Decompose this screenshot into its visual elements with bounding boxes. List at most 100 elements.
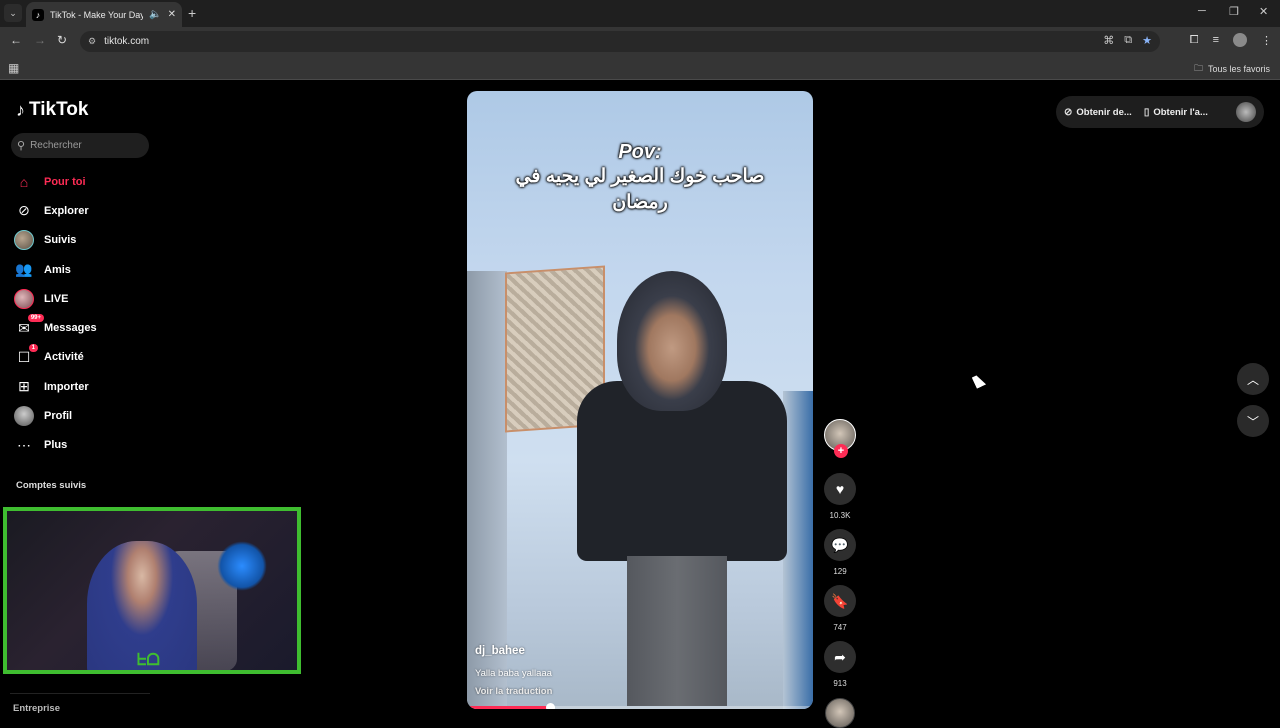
browser-toolbar: ← → ↻ ⚙ tiktok.com ⌘ ⧉ ★ ⧠ ≡ ⋮ — [0, 27, 1280, 56]
back-icon[interactable]: ← — [10, 33, 22, 47]
followed-accounts-title: Comptes suivis — [16, 480, 87, 491]
get-coins-label: Obtenir de... — [1076, 106, 1132, 118]
video-caption-pov: Pov: — [618, 141, 662, 163]
more-icon: ⋯ — [17, 436, 31, 453]
sidebar-item-explorer[interactable]: ⊘ Explorer — [14, 196, 97, 225]
share-count: 913 — [833, 679, 847, 688]
extensions-icon[interactable]: ⧠ — [1190, 34, 1199, 47]
profile-avatar-icon — [14, 406, 34, 427]
comment-icon[interactable]: 💬 — [824, 529, 856, 561]
next-video-button[interactable]: ﹀ — [1237, 405, 1269, 437]
search-input[interactable] — [30, 140, 141, 151]
friends-icon: 👥 — [15, 261, 33, 278]
video-scene-wall — [467, 271, 507, 709]
all-bookmarks-button[interactable]: 🗀 Tous les favoris — [1194, 61, 1270, 77]
tiktok-favicon-icon: ♪ — [32, 8, 44, 21]
forward-icon[interactable]: → — [34, 33, 46, 47]
bookmarks-bar: ▦ 🗀 Tous les favoris — [0, 56, 1280, 80]
window-close-icon[interactable]: ✕ — [1259, 5, 1268, 18]
close-tab-icon[interactable]: ✕ — [168, 9, 176, 20]
video-progress-bar[interactable] — [467, 703, 813, 709]
video-scene-door — [783, 391, 813, 709]
site-info-icon[interactable]: ⚙ — [88, 36, 96, 47]
sidebar-item-activite[interactable]: ☐ 1 Activité — [14, 343, 97, 372]
like-action: ♥ 10.3K — [823, 473, 857, 520]
sound-disc-icon[interactable] — [825, 698, 855, 728]
coin-icon: ⊘ — [1064, 106, 1073, 118]
sidebar-item-profil[interactable]: Profil — [14, 401, 97, 430]
address-url: tiktok.com — [104, 36, 150, 47]
upload-icon: ⊞ — [18, 378, 30, 395]
browser-tabbar: ⌄ ♪ TikTok - Make Your Day 🔈 ✕ + ─ ❐ ✕ — [0, 0, 1280, 27]
reload-icon[interactable]: ↻ — [57, 33, 67, 47]
install-app-icon[interactable]: ⧉ — [1124, 34, 1132, 47]
get-app-button[interactable]: ▯ Obtenir l'a... — [1144, 107, 1208, 118]
address-bar[interactable]: ⚙ tiktok.com ⌘ ⧉ ★ — [80, 31, 1160, 52]
video-player[interactable]: Pov: صاحب خوك الصغير لي يجيه في رمضان dj… — [467, 91, 813, 709]
sidebar-item-live[interactable]: LIVE — [14, 284, 97, 313]
messages-icon: ✉ 99+ — [14, 314, 44, 338]
messages-badge: 99+ — [27, 314, 44, 323]
video-person-legs — [627, 556, 727, 706]
video-person-head — [617, 271, 727, 411]
minimize-icon[interactable]: ─ — [1198, 5, 1206, 17]
sidebar-item-label: Amis — [44, 263, 71, 276]
following-avatar-icon — [14, 230, 34, 251]
heart-icon[interactable]: ♥ — [824, 473, 856, 505]
sidebar-item-messages[interactable]: ✉ 99+ Messages — [14, 313, 97, 342]
share-icon[interactable]: ➦ — [824, 641, 856, 673]
sidebar-item-label: Activité — [44, 351, 84, 364]
sidebar-item-label: Importer — [44, 380, 89, 393]
bookmark-icon[interactable]: 🔖 — [824, 585, 856, 617]
sidebar-item-pour-toi[interactable]: ⌂ Pour toi — [14, 167, 97, 196]
browser-profile-avatar[interactable] — [1233, 33, 1247, 47]
like-count: 10.3K — [829, 511, 851, 520]
video-description: Yalla baba yallaaa — [475, 668, 552, 679]
search-box[interactable]: ⚲ — [11, 133, 149, 158]
video-actions: + ♥ 10.3K 💬 129 🔖 747 ➦ 913 — [823, 419, 857, 728]
sidebar-item-plus[interactable]: ⋯ Plus — [14, 431, 97, 460]
mouse-cursor-icon — [971, 373, 987, 389]
compass-icon: ⊘ — [18, 202, 30, 219]
sidebar-item-label: Messages — [44, 322, 97, 335]
follow-plus-icon[interactable]: + — [834, 444, 848, 458]
previous-video-button[interactable]: ︿ — [1237, 363, 1269, 395]
sidebar-item-label: LIVE — [44, 292, 69, 305]
search-icon: ⚲ — [17, 140, 26, 152]
see-translation-link[interactable]: Voir la traduction — [475, 686, 552, 697]
webcam-overlay: ᖶᗝ — [3, 507, 301, 674]
media-controls-icon[interactable]: ≡ — [1213, 34, 1219, 46]
sidebar-item-label: Explorer — [44, 204, 89, 217]
tiktok-logo[interactable]: ♪ TikTok — [16, 99, 88, 121]
video-progress-knob[interactable] — [546, 703, 556, 709]
video-author[interactable]: dj_bahee — [475, 645, 525, 657]
live-avatar-icon — [14, 288, 34, 309]
speaker-icon[interactable]: 🔈 — [149, 9, 161, 20]
sidebar-item-suivis[interactable]: Suivis — [14, 226, 97, 255]
get-coins-button[interactable]: ⊘ Obtenir de... — [1064, 107, 1132, 118]
sidebar-item-amis[interactable]: 👥 Amis — [14, 255, 97, 284]
sidebar-item-label: Plus — [44, 439, 68, 452]
all-bookmarks-label: Tous les favoris — [1207, 64, 1270, 74]
new-tab-icon[interactable]: + — [188, 5, 196, 21]
tab-search-icon[interactable]: ⌄ — [4, 4, 22, 22]
sidebar-item-label: Profil — [44, 410, 73, 423]
apps-grid-icon[interactable]: ▦ — [8, 61, 19, 75]
chevron-up-icon: ︿ — [1246, 372, 1259, 387]
sidebar-item-importer[interactable]: ⊞ Importer — [14, 372, 97, 401]
webcam-logo-icon: ᖶᗝ — [137, 652, 160, 669]
browser-tab-tiktok[interactable]: ♪ TikTok - Make Your Day 🔈 ✕ — [26, 2, 182, 27]
user-avatar[interactable] — [1236, 102, 1256, 122]
chevron-down-icon: ﹀ — [1246, 414, 1259, 429]
creator-avatar[interactable]: + — [824, 419, 856, 458]
browser-menu-icon[interactable]: ⋮ — [1261, 34, 1272, 47]
phone-icon: ▯ — [1143, 106, 1150, 118]
restore-icon[interactable]: ❐ — [1229, 5, 1239, 18]
footer-entreprise[interactable]: Entreprise — [13, 703, 60, 714]
save-action: 🔖 747 — [823, 585, 857, 632]
bookmark-star-icon[interactable]: ★ — [1142, 34, 1152, 47]
video-progress-fill — [467, 706, 551, 709]
translate-icon[interactable]: ⌘ — [1103, 34, 1114, 47]
tab-title: TikTok - Make Your Day — [50, 9, 144, 20]
webcam-hex-light — [217, 541, 267, 591]
